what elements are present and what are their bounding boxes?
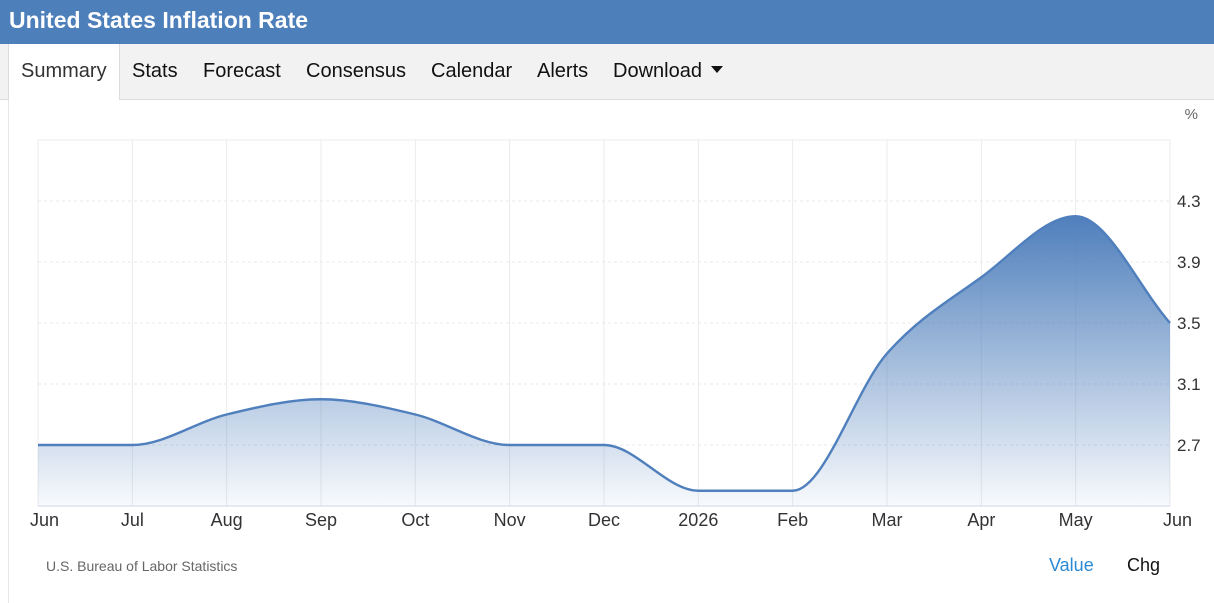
x-tick-label: Oct <box>401 510 429 530</box>
x-tick-label: May <box>1059 510 1093 530</box>
tab-forecast[interactable]: Forecast <box>203 44 281 99</box>
page-title: United States Inflation Rate <box>9 7 309 33</box>
y-tick-label: 4.3 <box>1177 192 1201 211</box>
y-tick-label: 3.9 <box>1177 253 1201 272</box>
x-axis-labels: Jun Jul Aug Sep Oct Nov Dec 2026 Feb Mar Apr May Jun <box>30 510 1192 530</box>
source-label: U.S. Bureau of Labor Statistics <box>46 558 238 574</box>
chg-toggle[interactable]: Chg <box>1127 555 1160 576</box>
tab-consensus[interactable]: Consensus <box>306 44 406 99</box>
inflation-chart: 2.7 3.1 3.5 3.9 4.3 Jun Jul Aug Sep Oct Nov Dec 202… <box>30 106 1201 530</box>
tab-download[interactable]: Download <box>613 44 723 99</box>
x-tick-label: 2026 <box>678 510 718 530</box>
x-tick-label: Feb <box>777 510 808 530</box>
x-tick-label: Jun <box>1163 510 1192 530</box>
x-tick-label: Jul <box>121 510 144 530</box>
tab-summary[interactable]: Summary <box>8 44 120 100</box>
tab-bar: Summary Stats Forecast Consensus Calenda… <box>0 44 1214 100</box>
y-tick-label: 3.1 <box>1177 375 1201 394</box>
x-tick-label: Apr <box>967 510 995 530</box>
tab-alerts[interactable]: Alerts <box>537 44 588 99</box>
tab-calendar[interactable]: Calendar <box>431 44 512 99</box>
title-bar: United States Inflation Rate <box>0 0 1214 44</box>
x-tick-label: Aug <box>211 510 243 530</box>
y-axis-labels: 2.7 3.1 3.5 3.9 4.3 <box>1177 192 1201 455</box>
tab-stats[interactable]: Stats <box>132 44 178 99</box>
x-tick-label: Jun <box>30 510 59 530</box>
x-tick-label: Mar <box>872 510 903 530</box>
y-tick-label: 3.5 <box>1177 314 1201 333</box>
x-tick-label: Sep <box>305 510 337 530</box>
y-tick-label: 2.7 <box>1177 436 1201 455</box>
caret-down-icon <box>710 66 723 74</box>
y-unit-label: % <box>1185 106 1198 123</box>
x-tick-label: Nov <box>494 510 526 530</box>
value-toggle[interactable]: Value <box>1049 555 1094 576</box>
tab-download-label: Download <box>613 60 702 82</box>
x-tick-label: Dec <box>588 510 620 530</box>
